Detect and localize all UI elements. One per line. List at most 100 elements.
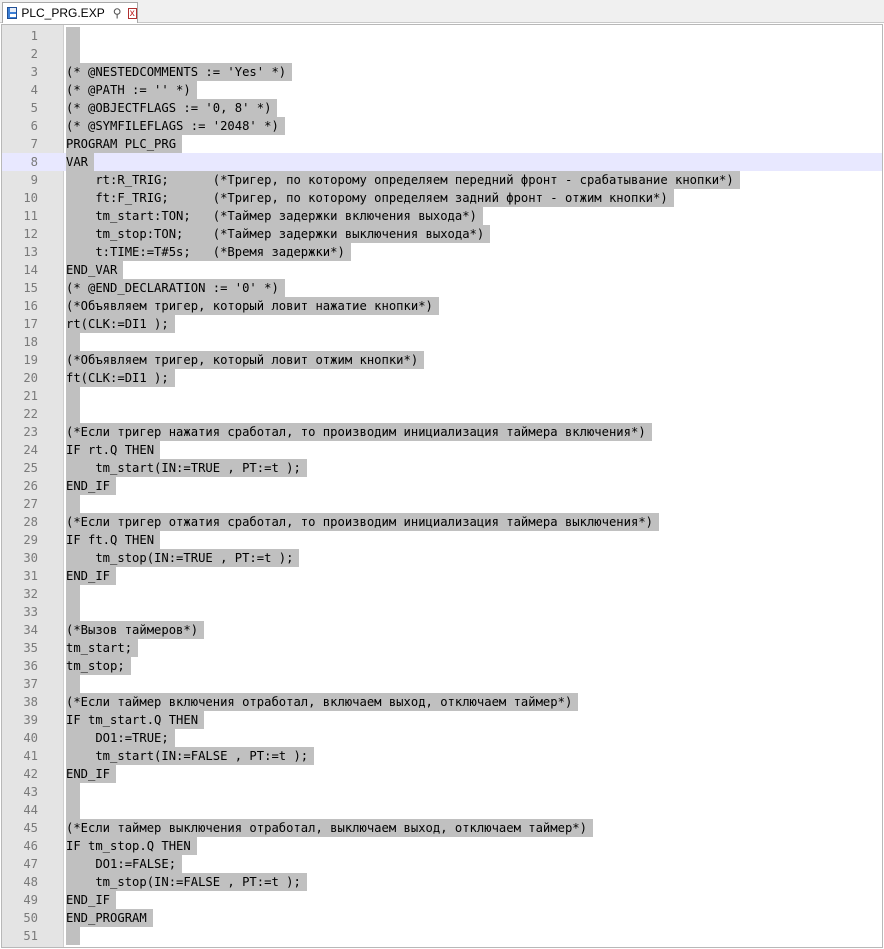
code-line[interactable]: 36 tm_stop;	[2, 657, 882, 675]
code-line[interactable]: 14 END_VAR	[2, 261, 882, 279]
code-text[interactable]: (* @END_DECLARATION := '0' *)	[66, 279, 285, 297]
code-line[interactable]: 5 (* @OBJECTFLAGS := '0, 8' *)	[2, 99, 882, 117]
code-line[interactable]: 46 IF tm_stop.Q THEN	[2, 837, 882, 855]
code-line[interactable]: 15 (* @END_DECLARATION := '0' *)	[2, 279, 882, 297]
tab-plc-prg[interactable]: PLC_PRG.EXP ⚲ x	[2, 2, 138, 23]
code-line[interactable]: 39 IF tm_start.Q THEN	[2, 711, 882, 729]
code-text[interactable]: (* @PATH := '' *)	[66, 81, 197, 99]
code-text[interactable]: tm_start(IN:=FALSE , PT:=t );	[66, 747, 315, 765]
code-text[interactable]: (*Если таймер включения отработал, включ…	[66, 693, 579, 711]
code-text[interactable]: tm_stop(IN:=FALSE , PT:=t );	[66, 873, 307, 891]
code-text[interactable]: tm_start;	[66, 639, 139, 657]
code-line[interactable]: 20 ft(CLK:=DI1 );	[2, 369, 882, 387]
code-text[interactable]: tm_stop:TON; (*Таймер задержки выключени…	[66, 225, 491, 243]
code-text[interactable]: (*Если тригер нажатия сработал, то произ…	[66, 423, 652, 441]
code-text[interactable]	[66, 333, 80, 351]
code-text[interactable]: PROGRAM PLC_PRG	[66, 135, 183, 153]
code-text[interactable]: tm_stop;	[66, 657, 131, 675]
code-text[interactable]	[66, 603, 80, 621]
code-line[interactable]: 34 (*Вызов таймеров*)	[2, 621, 882, 639]
code-text[interactable]: (*Объявляем тригер, который ловит отжим …	[66, 351, 425, 369]
code-text[interactable]: rt:R_TRIG; (*Тригер, по которому определ…	[66, 171, 740, 189]
code-line[interactable]: 51	[2, 927, 882, 945]
code-line[interactable]: 48 tm_stop(IN:=FALSE , PT:=t );	[2, 873, 882, 891]
code-text[interactable]: END_IF	[66, 477, 117, 495]
code-line[interactable]: 32	[2, 585, 882, 603]
code-text[interactable]: (*Объявляем тригер, который ловит нажати…	[66, 297, 439, 315]
code-line[interactable]: 2	[2, 45, 882, 63]
code-line[interactable]: 19 (*Объявляем тригер, который ловит отжи…	[2, 351, 882, 369]
code-line[interactable]: 25 tm_start(IN:=TRUE , PT:=t );	[2, 459, 882, 477]
code-line[interactable]: 16 (*Объявляем тригер, который ловит нажа…	[2, 297, 882, 315]
code-text[interactable]: tm_start:TON; (*Таймер задержки включени…	[66, 207, 483, 225]
code-line[interactable]: 13 t:TIME:=T#5s; (*Время задержки*)	[2, 243, 882, 261]
code-text[interactable]: IF tm_stop.Q THEN	[66, 837, 197, 855]
code-text[interactable]: ft:F_TRIG; (*Тригер, по которому определ…	[66, 189, 674, 207]
code-line[interactable]: 21	[2, 387, 882, 405]
code-line[interactable]: 47 DO1:=FALSE;	[2, 855, 882, 873]
code-text[interactable]	[66, 801, 80, 819]
code-line[interactable]: 18	[2, 333, 882, 351]
code-line[interactable]: 8 VAR	[2, 153, 882, 171]
code-line[interactable]: 6 (* @SYMFILEFLAGS := '2048' *)	[2, 117, 882, 135]
code-line[interactable]: 9 rt:R_TRIG; (*Тригер, по которому опред…	[2, 171, 882, 189]
code-line[interactable]: 7 PROGRAM PLC_PRG	[2, 135, 882, 153]
code-line[interactable]: 12 tm_stop:TON; (*Таймер задержки выключ…	[2, 225, 882, 243]
code-text[interactable]: (* @NESTEDCOMMENTS := 'Yes' *)	[66, 63, 293, 81]
code-line[interactable]: 3 (* @NESTEDCOMMENTS := 'Yes' *)	[2, 63, 882, 81]
code-text[interactable]: END_IF	[66, 567, 117, 585]
code-text[interactable]: (*Вызов таймеров*)	[66, 621, 205, 639]
code-line[interactable]: 43	[2, 783, 882, 801]
code-text[interactable]	[66, 495, 80, 513]
code-text[interactable]: DO1:=TRUE;	[66, 729, 175, 747]
code-text[interactable]: IF ft.Q THEN	[66, 531, 161, 549]
code-text[interactable]: VAR	[66, 153, 95, 171]
code-line[interactable]: 27	[2, 495, 882, 513]
code-line[interactable]: 11 tm_start:TON; (*Таймер задержки включ…	[2, 207, 882, 225]
code-line[interactable]: 40 DO1:=TRUE;	[2, 729, 882, 747]
code-text[interactable]: rt(CLK:=DI1 );	[66, 315, 175, 333]
code-text[interactable]: IF rt.Q THEN	[66, 441, 161, 459]
code-text[interactable]	[66, 585, 80, 603]
code-text[interactable]: (* @OBJECTFLAGS := '0, 8' *)	[66, 99, 278, 117]
code-text[interactable]: END_IF	[66, 891, 117, 909]
code-text[interactable]: (*Если таймер выключения отработал, выкл…	[66, 819, 593, 837]
code-line[interactable]: 29 IF ft.Q THEN	[2, 531, 882, 549]
code-line[interactable]: 50 END_PROGRAM	[2, 909, 882, 927]
code-text[interactable]	[66, 45, 80, 63]
code-line[interactable]: 30 tm_stop(IN:=TRUE , PT:=t );	[2, 549, 882, 567]
code-line[interactable]: 24 IF rt.Q THEN	[2, 441, 882, 459]
code-line[interactable]: 33	[2, 603, 882, 621]
code-text[interactable]	[66, 405, 80, 423]
code-line[interactable]: 42 END_IF	[2, 765, 882, 783]
code-editor[interactable]: 1 2 3 (* @NESTEDCOMMENTS := 'Yes' *) 4 (* @PA…	[1, 24, 883, 948]
code-line[interactable]: 23 (*Если тригер нажатия сработал, то про…	[2, 423, 882, 441]
code-text[interactable]: IF tm_start.Q THEN	[66, 711, 205, 729]
code-line[interactable]: 44	[2, 801, 882, 819]
code-line[interactable]: 31 END_IF	[2, 567, 882, 585]
code-line[interactable]: 22	[2, 405, 882, 423]
code-line[interactable]: 26 END_IF	[2, 477, 882, 495]
code-text[interactable]: (* @SYMFILEFLAGS := '2048' *)	[66, 117, 285, 135]
code-line[interactable]: 17 rt(CLK:=DI1 );	[2, 315, 882, 333]
code-text[interactable]: (*Если тригер отжатия сработал, то произ…	[66, 513, 659, 531]
code-line[interactable]: 35 tm_start;	[2, 639, 882, 657]
code-text[interactable]: END_VAR	[66, 261, 124, 279]
code-line[interactable]: 28 (*Если тригер отжатия сработал, то про…	[2, 513, 882, 531]
code-text[interactable]	[66, 675, 80, 693]
code-text[interactable]: DO1:=FALSE;	[66, 855, 183, 873]
code-line[interactable]: 45 (*Если таймер выключения отработал, вы…	[2, 819, 882, 837]
pin-icon[interactable]: ⚲	[113, 6, 122, 20]
close-icon[interactable]: x	[127, 7, 137, 19]
code-text[interactable]: END_IF	[66, 765, 117, 783]
code-text[interactable]: END_PROGRAM	[66, 909, 153, 927]
code-text[interactable]: t:TIME:=T#5s; (*Время задержки*)	[66, 243, 351, 261]
code-line[interactable]: 4 (* @PATH := '' *)	[2, 81, 882, 99]
code-text[interactable]: tm_stop(IN:=TRUE , PT:=t );	[66, 549, 300, 567]
code-line[interactable]: 37	[2, 675, 882, 693]
code-text[interactable]: ft(CLK:=DI1 );	[66, 369, 175, 387]
code-line[interactable]: 10 ft:F_TRIG; (*Тригер, по которому опре…	[2, 189, 882, 207]
code-text[interactable]	[66, 387, 80, 405]
code-text[interactable]	[66, 27, 80, 45]
code-line[interactable]: 38 (*Если таймер включения отработал, вкл…	[2, 693, 882, 711]
